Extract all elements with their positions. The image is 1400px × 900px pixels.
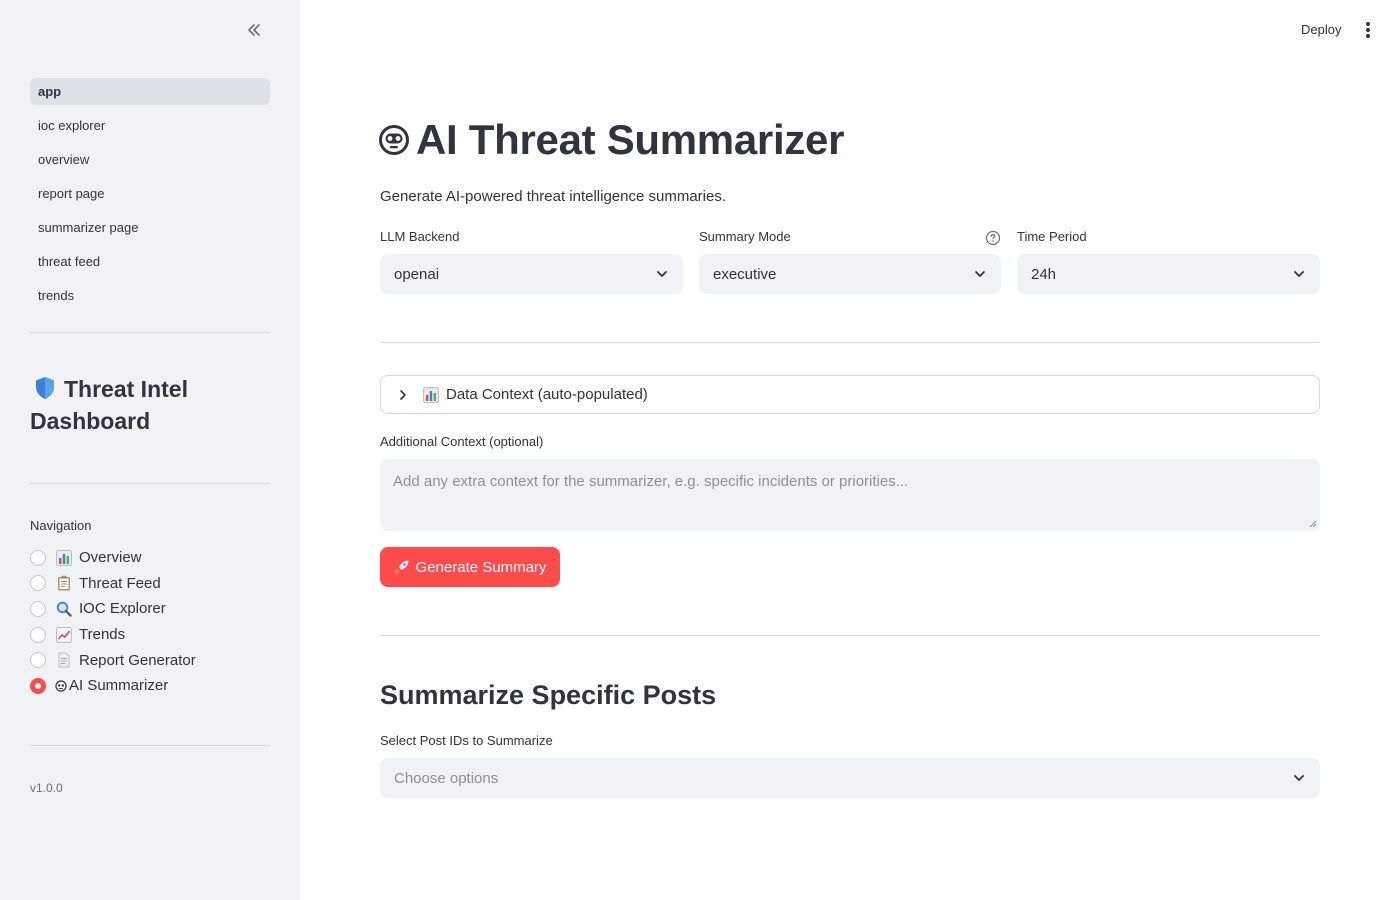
page-subtitle: Generate AI-powered threat intelligence … xyxy=(380,188,727,205)
resize-handle-icon[interactable] xyxy=(1309,520,1317,528)
chevron-right-icon xyxy=(400,389,406,400)
main-menu-button[interactable] xyxy=(1360,20,1376,40)
chevron-down-icon xyxy=(1294,271,1304,277)
robot-icon xyxy=(55,677,67,695)
robot-icon xyxy=(378,124,410,156)
double-chevron-left-icon xyxy=(248,24,260,36)
summary-mode-value: executive xyxy=(713,265,777,283)
deploy-button[interactable]: Deploy xyxy=(1298,20,1344,39)
page-link-summarizer-page[interactable]: summarizer page xyxy=(30,214,270,241)
nav-option-label: AI Summarizer xyxy=(69,677,169,695)
navigation-radio-group: Overview Threat Feed IOC Explorer Trends xyxy=(30,545,270,699)
time-period-label: Time Period xyxy=(1017,229,1087,244)
sidebar-divider xyxy=(30,332,270,333)
nav-option-overview[interactable]: Overview xyxy=(30,545,270,571)
data-context-label: Data Context (auto-populated) xyxy=(446,386,648,403)
page-title: AI Threat Summarizer xyxy=(378,116,844,164)
dashboard-title: Threat Intel Dashboard xyxy=(30,375,270,436)
post-ids-label: Select Post IDs to Summarize xyxy=(380,733,553,748)
document-icon xyxy=(55,651,73,669)
radio-button[interactable] xyxy=(30,626,46,643)
trend-chart-icon xyxy=(55,626,73,644)
sidebar-divider xyxy=(30,745,270,746)
page-link-ioc-explorer[interactable]: ioc explorer xyxy=(30,112,270,139)
time-period-select[interactable]: 24h xyxy=(1017,254,1320,294)
section-divider xyxy=(380,342,1320,343)
nav-option-threat-feed[interactable]: Threat Feed xyxy=(30,571,270,597)
page-link-report-page[interactable]: report page xyxy=(30,180,270,207)
nav-option-trends[interactable]: Trends xyxy=(30,622,270,648)
radio-button[interactable] xyxy=(30,575,46,592)
radio-button-selected[interactable] xyxy=(30,677,46,694)
rocket-icon xyxy=(394,559,410,575)
page-link-trends[interactable]: trends xyxy=(30,282,270,309)
navigation-label: Navigation xyxy=(30,518,92,533)
chevron-down-icon xyxy=(975,271,985,277)
additional-context-textarea[interactable]: Add any extra context for the summarizer… xyxy=(380,459,1320,531)
post-ids-placeholder: Choose options xyxy=(394,769,499,787)
radio-button[interactable] xyxy=(30,600,46,617)
shield-icon xyxy=(34,376,56,407)
clipboard-icon xyxy=(55,574,73,592)
section-divider xyxy=(380,635,1320,636)
bar-chart-icon xyxy=(423,386,439,403)
time-period-value: 24h xyxy=(1031,265,1057,283)
sidebar: app ioc explorer overview report page su… xyxy=(0,0,300,900)
radio-button[interactable] xyxy=(30,549,46,566)
post-ids-multiselect[interactable]: Choose options xyxy=(380,758,1320,798)
chevron-down-icon xyxy=(657,271,667,277)
llm-backend-select[interactable]: openai xyxy=(380,254,683,294)
nav-option-label: Threat Feed xyxy=(79,574,161,592)
nav-option-label: Trends xyxy=(79,626,126,644)
sidebar-divider xyxy=(30,483,270,484)
nav-option-label: Overview xyxy=(79,549,142,567)
nav-option-label: Report Generator xyxy=(79,651,196,669)
chevron-down-icon xyxy=(1294,775,1304,781)
nav-option-report-generator[interactable]: Report Generator xyxy=(30,647,270,673)
additional-context-label: Additional Context (optional) xyxy=(380,434,544,449)
page-link-threat-feed[interactable]: threat feed xyxy=(30,248,270,275)
page-links: app ioc explorer overview report page su… xyxy=(30,78,270,316)
nav-option-ioc-explorer[interactable]: IOC Explorer xyxy=(30,596,270,622)
nav-option-label: IOC Explorer xyxy=(79,600,166,618)
bar-chart-icon xyxy=(55,549,73,567)
summary-mode-label: Summary Mode xyxy=(699,229,791,244)
llm-backend-label: LLM Backend xyxy=(380,229,460,244)
summary-mode-select[interactable]: executive xyxy=(699,254,1001,294)
version-label: v1.0.0 xyxy=(30,781,63,795)
radio-button[interactable] xyxy=(30,652,46,669)
nav-option-ai-summarizer[interactable]: AI Summarizer xyxy=(30,673,270,699)
page-link-overview[interactable]: overview xyxy=(30,146,270,173)
page-title-text: AI Threat Summarizer xyxy=(416,116,845,163)
generate-summary-button[interactable]: Generate Summary xyxy=(380,547,560,587)
help-icon[interactable] xyxy=(985,230,1001,246)
llm-backend-value: openai xyxy=(394,265,440,283)
section-heading: Summarize Specific Posts xyxy=(380,680,717,710)
data-context-expander[interactable]: Data Context (auto-populated) xyxy=(380,375,1320,414)
collapse-sidebar-button[interactable] xyxy=(242,18,266,42)
magnifier-icon xyxy=(55,600,73,618)
generate-summary-label: Generate Summary xyxy=(415,558,547,576)
additional-context-placeholder: Add any extra context for the summarizer… xyxy=(393,473,909,490)
page-link-app[interactable]: app xyxy=(30,78,270,105)
